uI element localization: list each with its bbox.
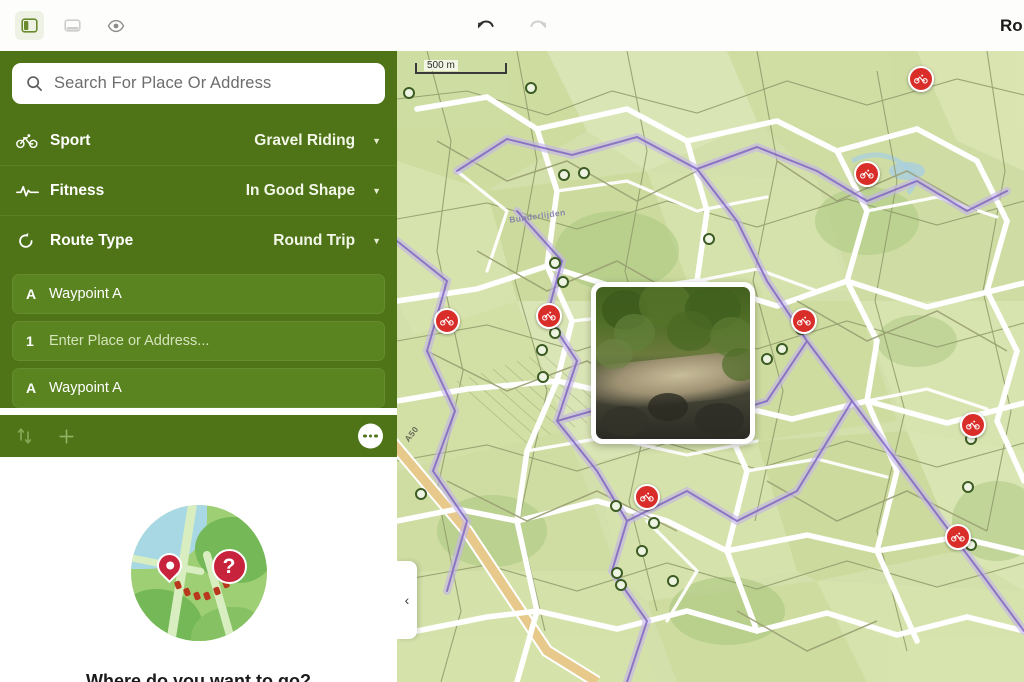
map-marker-waypoint-dot[interactable] bbox=[536, 344, 548, 356]
map-view[interactable]: A50 Bunderlijden 500 m ‹ bbox=[397, 51, 1024, 682]
map-marker-waypoint-dot[interactable] bbox=[557, 276, 569, 288]
redo-icon bbox=[530, 20, 547, 28]
collapse-sidebar-tab[interactable]: ‹ bbox=[397, 561, 417, 639]
map-marker-bike[interactable] bbox=[854, 161, 880, 187]
more-dot bbox=[374, 434, 378, 438]
option-row-fitness[interactable]: Fitness In Good Shape ▼ bbox=[0, 166, 397, 216]
option-label-route-type: Route Type bbox=[50, 232, 134, 249]
reverse-route-icon[interactable] bbox=[16, 427, 34, 445]
option-label-fitness: Fitness bbox=[50, 181, 105, 199]
option-row-sport[interactable]: Sport Gravel Riding ▼ bbox=[0, 116, 397, 166]
pulse-icon bbox=[16, 183, 42, 199]
map-marker-waypoint-dot[interactable] bbox=[667, 575, 679, 587]
waypoint-text: Waypoint A bbox=[49, 286, 122, 302]
bicycle-icon bbox=[16, 133, 42, 149]
trail-photo-image bbox=[596, 287, 750, 439]
map-marker-waypoint-dot[interactable] bbox=[761, 353, 773, 365]
globe-route-illustration: ? bbox=[130, 505, 267, 641]
map-marker-waypoint-dot[interactable] bbox=[703, 233, 715, 245]
more-dot bbox=[368, 434, 373, 438]
search-placeholder-text: Search For Place Or Address bbox=[54, 74, 272, 92]
empty-state-title: Where do you want to go? bbox=[86, 671, 311, 682]
map-marker-waypoint-dot[interactable] bbox=[403, 87, 415, 99]
page-title: Ro bbox=[1000, 15, 1022, 35]
search-icon bbox=[27, 76, 42, 91]
sidebar-panel-icon bbox=[21, 18, 38, 33]
sidebar-panel-toggle-button[interactable] bbox=[15, 11, 44, 40]
undo-button[interactable] bbox=[471, 11, 500, 40]
map-marker-waypoint-dot[interactable] bbox=[525, 82, 537, 94]
map-marker-waypoint-dot[interactable] bbox=[615, 579, 627, 591]
undo-icon bbox=[477, 20, 494, 28]
map-marker-waypoint-dot[interactable] bbox=[648, 517, 660, 529]
map-marker-waypoint-dot[interactable] bbox=[549, 257, 561, 269]
waypoint-text: Waypoint A bbox=[49, 380, 122, 396]
route-planner-sidebar: Search For Place Or Address Sport Gravel… bbox=[0, 51, 397, 682]
map-scale-bar: 500 m bbox=[415, 60, 507, 74]
map-marker-waypoint-dot[interactable] bbox=[611, 567, 623, 579]
trail-photo-thumbnail[interactable] bbox=[591, 282, 755, 444]
option-label-sport: Sport bbox=[50, 131, 91, 149]
waypoint-badge: A bbox=[26, 380, 37, 396]
round-trip-icon bbox=[16, 232, 42, 250]
more-dot bbox=[363, 434, 367, 438]
toolbar-center-group bbox=[471, 11, 553, 40]
map-marker-waypoint-dot[interactable] bbox=[962, 481, 974, 493]
waypoint-badge: 1 bbox=[26, 333, 34, 349]
scale-bar-label: 500 m bbox=[424, 60, 458, 71]
map-marker-bike[interactable] bbox=[960, 412, 986, 438]
top-toolbar: Ro bbox=[0, 0, 1024, 51]
option-value-sport: Gravel Riding bbox=[254, 131, 356, 149]
map-marker-bike[interactable] bbox=[536, 303, 562, 329]
search-input[interactable]: Search For Place Or Address bbox=[12, 63, 385, 104]
waypoint-row-a-end[interactable]: A Waypoint A bbox=[12, 368, 385, 408]
waypoint-list: A Waypoint A 1 Enter Place or Address...… bbox=[0, 266, 397, 408]
option-row-route-type[interactable]: Route Type Round Trip ▼ bbox=[0, 216, 397, 266]
map-marker-bike[interactable] bbox=[791, 308, 817, 334]
waypoint-toolbar bbox=[0, 415, 397, 457]
map-marker-bike[interactable] bbox=[945, 524, 971, 550]
map-marker-bike[interactable] bbox=[634, 484, 660, 510]
map-marker-waypoint-dot[interactable] bbox=[558, 169, 570, 181]
eye-icon bbox=[107, 19, 124, 32]
map-marker-waypoint-dot[interactable] bbox=[776, 343, 788, 355]
preview-eye-button[interactable] bbox=[101, 11, 130, 40]
chevron-down-icon[interactable]: ▼ bbox=[372, 186, 381, 196]
map-marker-waypoint-dot[interactable] bbox=[636, 545, 648, 557]
more-options-button[interactable] bbox=[358, 423, 383, 449]
bottom-panel-toggle-button[interactable] bbox=[58, 11, 87, 40]
question-mark-icon: ? bbox=[211, 549, 247, 584]
toolbar-left-group bbox=[0, 11, 130, 40]
waypoint-row-a-start[interactable]: A Waypoint A bbox=[12, 274, 385, 314]
bottom-panel-icon bbox=[64, 19, 81, 32]
chevron-down-icon[interactable]: ▼ bbox=[372, 136, 381, 146]
option-value-route-type: Round Trip bbox=[273, 232, 356, 249]
waypoint-row-1-input[interactable]: 1 Enter Place or Address... bbox=[12, 321, 385, 361]
toolbar-right-group: Ro bbox=[1000, 0, 1024, 51]
empty-state: ? Where do you want to go? bbox=[0, 457, 397, 682]
add-waypoint-icon[interactable] bbox=[58, 428, 75, 445]
redo-button[interactable] bbox=[524, 11, 553, 40]
map-marker-bike[interactable] bbox=[434, 308, 460, 334]
route-planner-app: Ro Search For Place Or Address Sport Gra… bbox=[0, 0, 1024, 682]
chevron-down-icon[interactable]: ▼ bbox=[372, 236, 381, 246]
map-marker-waypoint-dot[interactable] bbox=[537, 371, 549, 383]
option-value-fitness: In Good Shape bbox=[245, 181, 356, 199]
waypoint-placeholder-text: Enter Place or Address... bbox=[49, 333, 210, 349]
map-marker-waypoint-dot[interactable] bbox=[610, 500, 622, 512]
map-marker-waypoint-dot[interactable] bbox=[415, 488, 427, 500]
route-options-panel: Search For Place Or Address Sport Gravel… bbox=[0, 51, 397, 266]
waypoint-badge: A bbox=[26, 286, 37, 302]
map-marker-bike[interactable] bbox=[908, 66, 934, 92]
chevron-left-icon: ‹ bbox=[404, 592, 410, 608]
map-marker-waypoint-dot[interactable] bbox=[578, 167, 590, 179]
